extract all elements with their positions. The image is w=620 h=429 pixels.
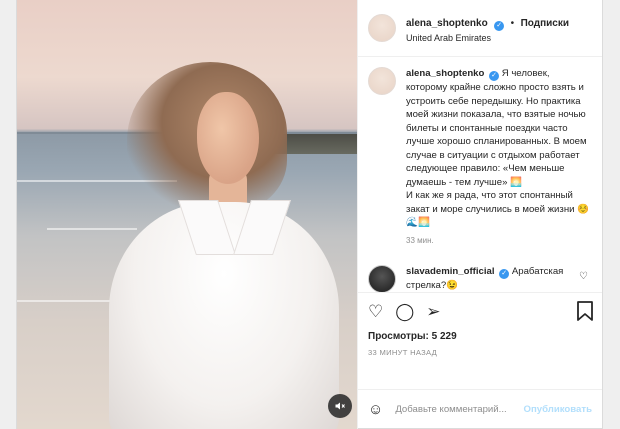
post-header: alena_shoptenko ✓ • Подписки United Arab… bbox=[358, 0, 602, 57]
verified-badge-icon: ✓ bbox=[499, 268, 510, 279]
instagram-post: alena_shoptenko ✓ • Подписки United Arab… bbox=[16, 0, 603, 429]
like-heart-icon[interactable]: ♡ bbox=[368, 302, 383, 322]
bookmark-icon[interactable] bbox=[576, 301, 594, 321]
comment-item: slavademin_official ✓ Арабатская стрелка… bbox=[368, 264, 592, 293]
publish-button[interactable]: Опубликовать bbox=[523, 404, 592, 415]
comment-username[interactable]: slavademin_official bbox=[406, 266, 495, 277]
following-button[interactable]: Подписки bbox=[521, 18, 569, 29]
comment-text: slavademin_official ✓ Арабатская стрелка… bbox=[406, 265, 576, 293]
wave bbox=[47, 228, 137, 230]
comment-bubble-icon[interactable]: ◯ bbox=[395, 302, 414, 322]
caption-text: alena_shoptenko ✓ Я человек, которому кр… bbox=[406, 67, 592, 230]
avatar[interactable] bbox=[368, 14, 396, 42]
username-link[interactable]: alena_shoptenko bbox=[406, 18, 488, 29]
verified-badge-icon: ✓ bbox=[489, 71, 500, 81]
views-count[interactable]: Просмотры: 5 229 bbox=[368, 331, 592, 342]
caption-time: 33 мин. bbox=[406, 235, 434, 245]
mute-button[interactable] bbox=[328, 394, 352, 418]
like-comment-heart-icon[interactable]: ♡ bbox=[579, 271, 588, 282]
caption-username[interactable]: alena_shoptenko bbox=[406, 68, 484, 79]
caption-body: Я человек, которому крайне сложно просто… bbox=[406, 68, 590, 228]
post-timestamp: 33 МИНУТ НАЗАД bbox=[368, 348, 438, 357]
share-send-icon[interactable]: ➢ bbox=[426, 302, 440, 322]
add-comment-bar: ☺ Добавьте комментарий... Опубликовать bbox=[358, 389, 602, 429]
mute-icon bbox=[335, 402, 345, 410]
verified-badge-icon: ✓ bbox=[494, 21, 505, 31]
avatar[interactable] bbox=[368, 67, 396, 95]
avatar[interactable] bbox=[368, 264, 396, 292]
face bbox=[197, 92, 259, 184]
post-sidebar: alena_shoptenko ✓ • Подписки United Arab… bbox=[357, 0, 602, 429]
location-link[interactable]: United Arab Emirates bbox=[406, 33, 569, 43]
comments-area: alena_shoptenko ✓ Я человек, которому кр… bbox=[358, 57, 602, 292]
post-photo[interactable] bbox=[17, 0, 357, 429]
caption: alena_shoptenko ✓ Я человек, которому кр… bbox=[368, 67, 592, 230]
separator-dot: • bbox=[510, 18, 515, 29]
comment-input[interactable]: Добавьте комментарий... bbox=[395, 404, 523, 415]
post-actions: ♡ ◯ ➢ Просмотры: 5 229 33 МИНУТ НАЗАД bbox=[358, 292, 602, 389]
emoji-icon[interactable]: ☺ bbox=[368, 401, 383, 418]
